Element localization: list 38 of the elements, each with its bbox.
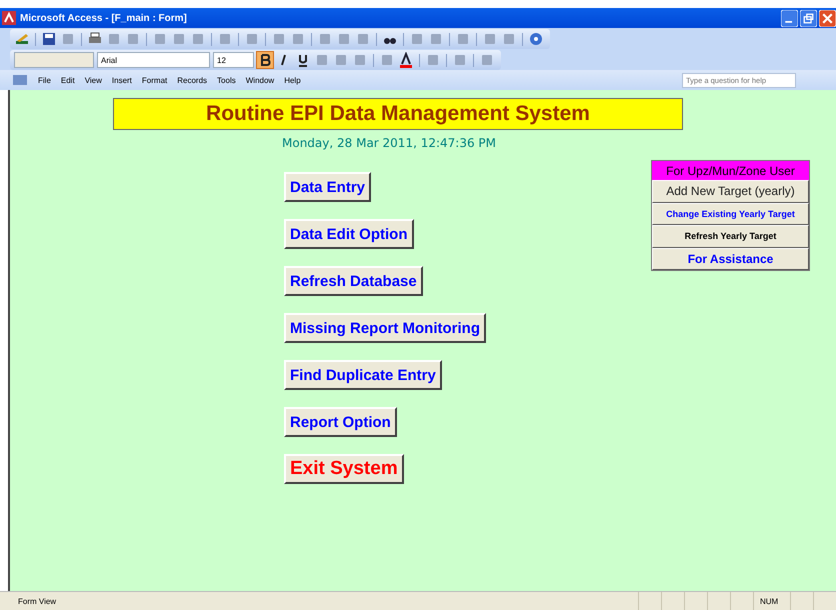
menu-item[interactable]: Format bbox=[142, 76, 168, 84]
font-combo[interactable]: Arial bbox=[97, 52, 210, 68]
object-combo[interactable] bbox=[14, 52, 94, 68]
menu-item[interactable]: Edit bbox=[60, 76, 75, 84]
form-title: Routine EPI Data Management System bbox=[113, 98, 683, 130]
form-button[interactable]: Report Option bbox=[284, 407, 397, 437]
form-button[interactable]: Refresh Database bbox=[284, 266, 423, 296]
save-icon[interactable] bbox=[41, 31, 57, 47]
form-icon[interactable] bbox=[12, 73, 28, 87]
bold-icon[interactable] bbox=[257, 52, 273, 68]
form-button[interactable]: Missing Report Monitoring bbox=[284, 313, 486, 343]
menu-item[interactable]: File bbox=[38, 76, 51, 84]
help-icon[interactable] bbox=[528, 31, 544, 47]
restore-button[interactable] bbox=[800, 10, 817, 26]
size-combo[interactable]: 12 bbox=[213, 52, 254, 68]
close-button[interactable] bbox=[819, 10, 836, 26]
date-time: Monday, 28 Mar 2011, 12:47:36 PM bbox=[282, 136, 498, 150]
menu-item[interactable]: Insert bbox=[112, 76, 132, 84]
panel-button[interactable]: For Assistance bbox=[652, 248, 809, 270]
form-button[interactable]: Find Duplicate Entry bbox=[284, 360, 442, 390]
minimize-button[interactable] bbox=[781, 10, 798, 26]
menu-item[interactable]: Tools bbox=[217, 76, 236, 84]
design-icon[interactable] bbox=[14, 31, 30, 47]
font-color-icon[interactable] bbox=[398, 52, 414, 68]
panel-button[interactable]: Change Existing Yearly Target bbox=[652, 202, 809, 225]
menu-item[interactable]: View bbox=[84, 76, 102, 84]
menu-item[interactable]: Records bbox=[177, 76, 208, 84]
form-button[interactable]: Data Edit Option bbox=[284, 219, 414, 249]
menu-item[interactable]: Help bbox=[284, 76, 301, 84]
app-icon bbox=[2, 11, 16, 25]
form-button[interactable]: Data Entry bbox=[284, 172, 372, 202]
status-text: Form View bbox=[18, 596, 56, 606]
panel-button[interactable]: Add New Target (yearly) bbox=[652, 180, 809, 202]
menu-item[interactable]: Window bbox=[246, 76, 274, 84]
num-lock-indicator: NUM bbox=[753, 592, 790, 610]
panel-header: For Upz/Mun/Zone User bbox=[652, 161, 809, 180]
panel-button[interactable]: Refresh Yearly Target bbox=[652, 225, 809, 248]
window-title: Microsoft Access - [F_main : Form] bbox=[20, 12, 187, 24]
